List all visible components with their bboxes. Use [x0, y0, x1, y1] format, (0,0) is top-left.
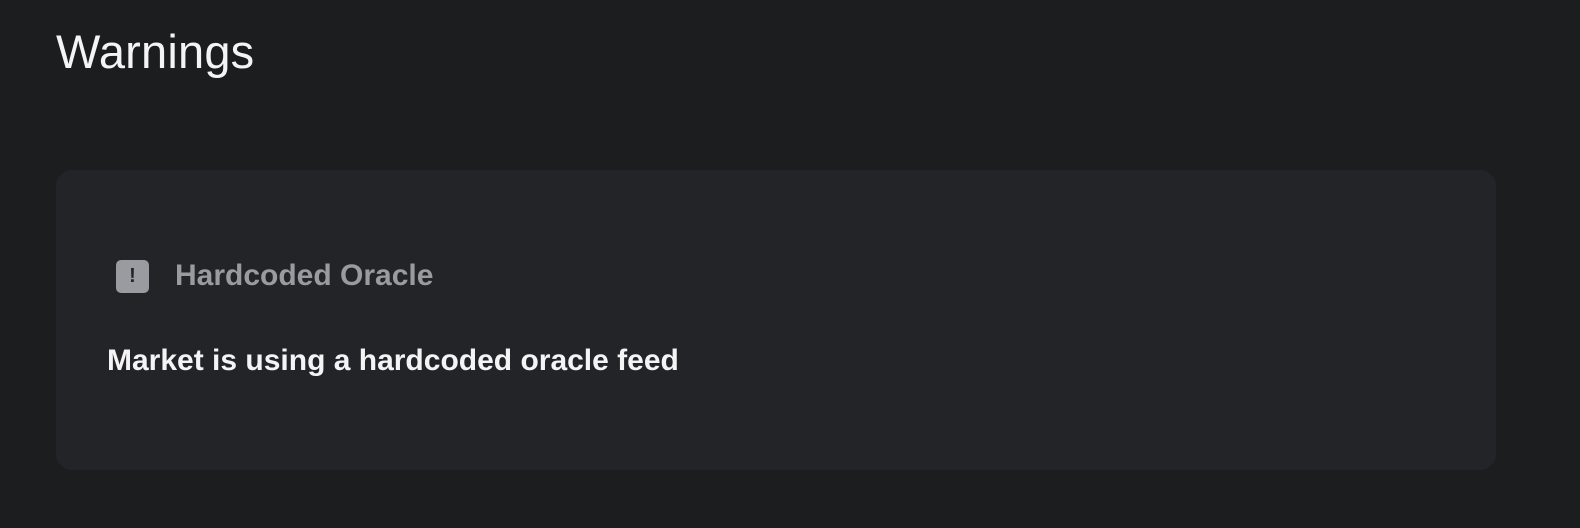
- page-title: Warnings: [56, 25, 255, 78]
- warning-header: ! Hardcoded Oracle: [116, 258, 433, 294]
- warning-message: Market is using a hardcoded oracle feed: [107, 344, 679, 377]
- warning-title: Hardcoded Oracle: [175, 259, 434, 292]
- exclamation-icon: !: [116, 259, 149, 293]
- warning-card: ! Hardcoded Oracle Market is using a har…: [56, 170, 1496, 470]
